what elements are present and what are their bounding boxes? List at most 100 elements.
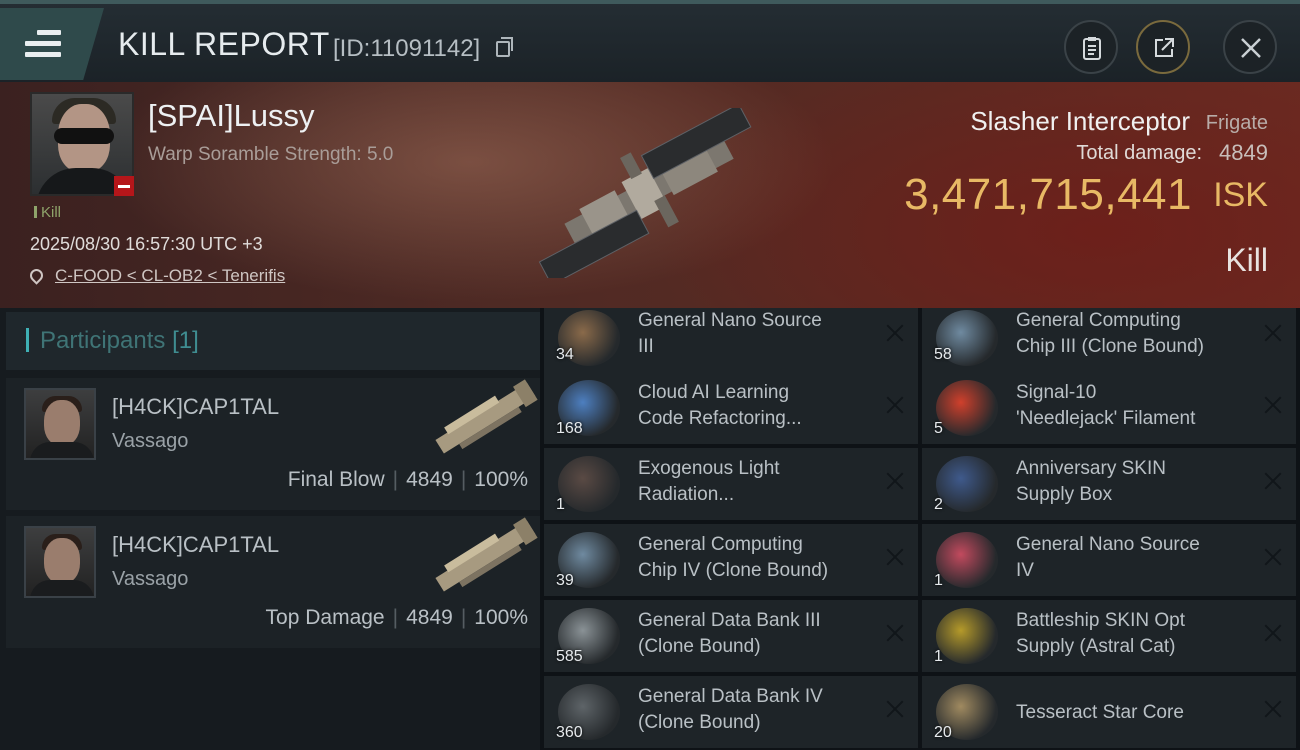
- item-quantity: 2: [934, 496, 943, 513]
- item-name-line2: Supply (Astral Cat): [1016, 636, 1176, 657]
- report-id: [ID:11091142]: [333, 35, 481, 62]
- item-name-line1: General Data Bank IV: [638, 686, 823, 707]
- item-cell[interactable]: 5 Signal-10 'Needlejack' Filament: [922, 372, 1296, 444]
- victim-ship-image: [538, 108, 752, 278]
- item-cell[interactable]: 360 General Data Bank IV (Clone Bound): [544, 676, 918, 748]
- participants-count: [1]: [172, 327, 199, 354]
- item-cell[interactable]: 58 General Computing Chip III (Clone Bound…: [922, 308, 1296, 372]
- item-name-line2: (Clone Bound): [638, 636, 761, 657]
- item-name-line2: Radiation...: [638, 484, 735, 505]
- item-name-line1: Anniversary SKIN: [1016, 458, 1166, 479]
- item-quantity: 168: [556, 420, 583, 437]
- participant-row[interactable]: [H4CK]CAP1TAL Vassago Top Damage | 4849 | 10…: [6, 516, 540, 648]
- item-cell[interactable]: 34 General Nano Source III: [544, 308, 918, 372]
- victim-ship-name[interactable]: Slasher Interceptor: [970, 106, 1190, 137]
- destroyed-x-icon: [886, 324, 904, 342]
- item-cell[interactable]: 1 Battleship SKIN Opt Supply (Astral Cat): [922, 600, 1296, 672]
- participants-header: Participants [1]: [6, 312, 540, 370]
- close-icon: [1241, 38, 1261, 58]
- skin-supply-icon: [936, 608, 998, 664]
- victim-ship-class: Frigate: [1205, 112, 1268, 134]
- item-quantity: 34: [556, 346, 574, 363]
- menu-button[interactable]: [0, 8, 104, 80]
- supply-box-icon: [936, 456, 998, 512]
- item-name-line1: Signal-10: [1016, 382, 1097, 403]
- participant-percent: 100%: [474, 606, 528, 629]
- item-cell[interactable]: 39 General Computing Chip IV (Clone Bound): [544, 524, 918, 596]
- item-name-line2: Chip III (Clone Bound): [1016, 336, 1204, 357]
- participant-role: Top Damage: [265, 606, 385, 629]
- title-bar: KILL REPORT [ID:11091142]: [0, 0, 1300, 82]
- item-name-line1: Battleship SKIN Opt: [1016, 610, 1185, 631]
- kill-location[interactable]: C-FOOD < CL-OB2 < Tenerifis: [27, 266, 285, 286]
- copy-icon[interactable]: [496, 37, 513, 57]
- participant-stats: Top Damage | 4849 | 100%: [265, 606, 528, 629]
- item-name: General Data Bank IV (Clone Bound): [638, 684, 868, 736]
- destroyed-x-icon: [1264, 324, 1282, 342]
- destroyed-x-icon: [886, 700, 904, 718]
- victim-banner: [SPAI]Lussy Warp Soramble Strength: 5.0 …: [0, 82, 1300, 308]
- item-name-line1: Cloud AI Learning: [638, 382, 790, 403]
- item-cell[interactable]: 2 Anniversary SKIN Supply Box: [922, 448, 1296, 520]
- item-quantity: 1: [934, 572, 943, 589]
- item-name: General Nano Source III: [638, 308, 868, 360]
- victim-name[interactable]: [SPAI]Lussy: [148, 98, 315, 134]
- participants-panel: Participants [1] [H4CK]CAP1TAL Vassago F…: [0, 308, 540, 750]
- item-cell[interactable]: 1 Exogenous Light Radiation...: [544, 448, 918, 520]
- isk-unit: ISK: [1213, 176, 1268, 214]
- close-button[interactable]: [1223, 20, 1277, 74]
- item-cell[interactable]: 20 Tesseract Star Core: [922, 676, 1296, 748]
- participant-stats: Final Blow | 4849 | 100%: [287, 468, 528, 491]
- participant-avatar[interactable]: [24, 388, 96, 460]
- share-icon: [1155, 38, 1174, 57]
- total-damage-value: 4849: [1219, 140, 1268, 165]
- item-quantity: 360: [556, 724, 583, 741]
- item-name-line1: General Computing: [638, 534, 803, 555]
- destroyed-x-icon: [886, 624, 904, 642]
- standing-badge-icon: [114, 176, 134, 196]
- participant-role: Final Blow: [287, 468, 385, 491]
- location-pin-icon: [27, 266, 46, 285]
- item-name: Battleship SKIN Opt Supply (Astral Cat): [1016, 608, 1246, 660]
- item-name-line1: General Nano Source: [1016, 534, 1200, 555]
- participant-ship: Vassago: [112, 568, 189, 590]
- result-label: Kill: [1225, 242, 1268, 278]
- filament-icon: [936, 380, 998, 436]
- item-cell[interactable]: 1 General Nano Source IV: [922, 524, 1296, 596]
- total-damage-label: Total damage:: [1076, 142, 1202, 164]
- item-name-line1: General Computing: [1016, 310, 1181, 331]
- item-name-line2: Chip IV (Clone Bound): [638, 560, 829, 581]
- participant-name[interactable]: [H4CK]CAP1TAL: [112, 394, 279, 420]
- item-name: General Data Bank III (Clone Bound): [638, 608, 868, 660]
- destroyed-x-icon: [1264, 700, 1282, 718]
- item-quantity: 5: [934, 420, 943, 437]
- item-name: Anniversary SKIN Supply Box: [1016, 456, 1246, 508]
- clipboard-button[interactable]: [1064, 20, 1118, 74]
- item-name: Signal-10 'Needlejack' Filament: [1016, 380, 1246, 432]
- item-name: Exogenous Light Radiation...: [638, 456, 868, 508]
- nano-source-icon: [936, 532, 998, 588]
- item-name-line1: Tesseract Star Core: [1016, 702, 1184, 723]
- location-link[interactable]: C-FOOD < CL-OB2 < Tenerifis: [55, 266, 285, 285]
- participant-avatar[interactable]: [24, 526, 96, 598]
- share-button[interactable]: [1136, 20, 1190, 74]
- item-name-line2: Supply Box: [1016, 484, 1113, 505]
- item-name: General Computing Chip IV (Clone Bound): [638, 532, 868, 584]
- item-name-line2: Code Refactoring...: [638, 408, 802, 429]
- item-name-line1: Exogenous Light: [638, 458, 780, 479]
- participant-name[interactable]: [H4CK]CAP1TAL: [112, 532, 279, 558]
- participant-ship-image: [435, 517, 538, 592]
- participant-row[interactable]: [H4CK]CAP1TAL Vassago Final Blow | 4849 | 10…: [6, 378, 540, 510]
- destroyed-x-icon: [1264, 548, 1282, 566]
- item-name-line1: General Data Bank III: [638, 610, 821, 631]
- kill-tag-label: Kill: [41, 204, 62, 221]
- participants-label: Participants: [40, 327, 166, 354]
- item-name: Cloud AI Learning Code Refactoring...: [638, 380, 868, 432]
- kill-timestamp: 2025/08/30 16:57:30 UTC +3: [30, 234, 263, 254]
- item-quantity: 1: [934, 648, 943, 665]
- item-cell[interactable]: 585 General Data Bank III (Clone Bound): [544, 600, 918, 672]
- item-cell[interactable]: 168 Cloud AI Learning Code Refactoring...: [544, 372, 918, 444]
- clipboard-icon: [1083, 37, 1101, 60]
- hamburger-menu-icon: [25, 30, 61, 58]
- isk-value: 3,471,715,441: [904, 170, 1192, 219]
